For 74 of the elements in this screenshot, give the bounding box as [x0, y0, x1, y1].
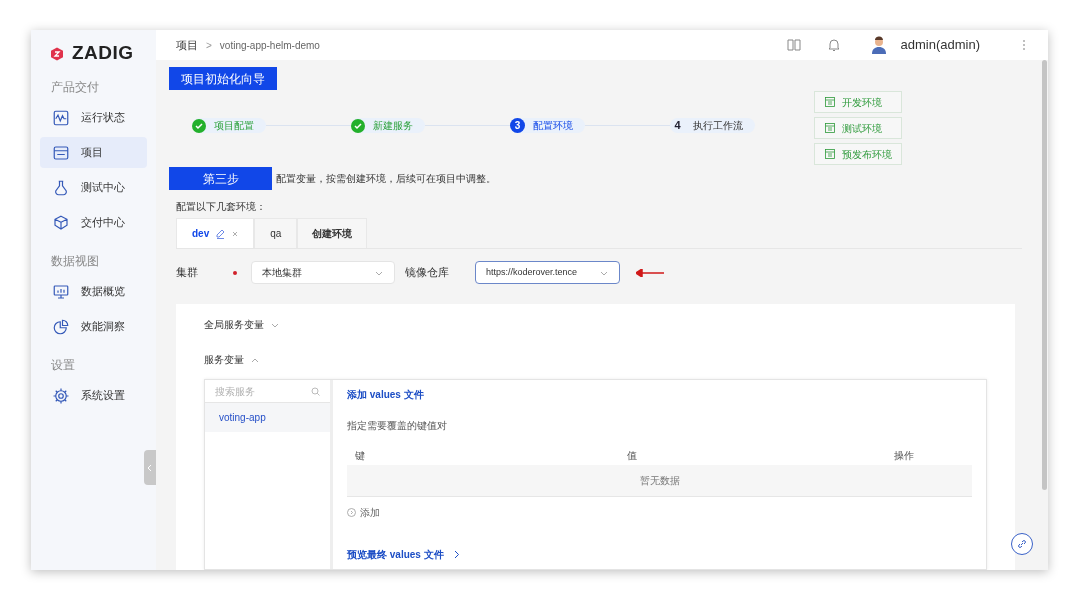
sidebar-item[interactable]: 项目	[40, 137, 147, 168]
add-button[interactable]: 添加	[347, 505, 380, 520]
edit-icon[interactable]	[216, 228, 226, 239]
arrow-left-icon	[636, 268, 664, 277]
breadcrumb-link[interactable]: 项目	[176, 36, 198, 54]
sidebar-item[interactable]: 测试中心	[40, 172, 147, 203]
pulse-icon	[52, 108, 70, 127]
step-item: 新建服务	[351, 118, 425, 133]
sidebar-item[interactable]: 效能洞察	[40, 311, 147, 342]
section-toggle[interactable]: 服务变量	[204, 352, 260, 367]
column-header: 操作	[894, 449, 915, 462]
environment-button[interactable]: 测试环境	[814, 117, 902, 139]
key-value-hint: 指定需要覆盖的键值对	[347, 419, 448, 433]
cluster-select[interactable]: 本地集群	[251, 261, 395, 284]
search-icon	[311, 386, 320, 396]
chevron-right-icon	[453, 550, 460, 559]
monitor-icon	[52, 282, 70, 301]
environments-label: 配置以下几套环境：	[176, 200, 267, 214]
sidebar-section-title: 设置	[50, 357, 76, 374]
environment-button[interactable]: 开发环境	[814, 91, 902, 113]
window-icon	[52, 143, 70, 162]
registry-select[interactable]: https://koderover.tence	[475, 261, 620, 284]
registry-label: 镜像仓库	[405, 265, 450, 281]
add-values-link[interactable]: 添加 values 文件	[347, 387, 424, 402]
section-toggle[interactable]: 全局服务变量	[204, 317, 280, 332]
circle-arrow-icon	[347, 508, 356, 517]
sidebar-item[interactable]: 系统设置	[40, 380, 147, 411]
sidebar-item[interactable]: 交付中心	[40, 207, 147, 238]
calendar-icon	[825, 97, 835, 107]
empty-table-text: 暂无数据	[639, 474, 680, 488]
sidebar-section-title: 数据视图	[50, 253, 100, 270]
check-circle-icon	[351, 118, 365, 133]
close-icon[interactable]	[232, 230, 239, 237]
environment-tab[interactable]: qa	[254, 218, 298, 248]
pie-chart-icon	[52, 317, 70, 336]
calendar-icon	[825, 149, 835, 159]
service-item[interactable]: voting-app	[205, 403, 330, 432]
environment-button[interactable]: 预发布环境	[814, 143, 902, 165]
sidebar-item[interactable]: 数据概览	[40, 276, 147, 307]
avatar-icon[interactable]	[870, 36, 887, 54]
step-item: 3 配置环境	[510, 118, 585, 133]
step-badge: 第三步	[169, 167, 272, 190]
link-icon	[1017, 539, 1027, 549]
logo-text: ZADIG	[72, 41, 134, 66]
service-search-field[interactable]: 搜索服务	[215, 383, 295, 399]
bell-icon[interactable]	[826, 38, 841, 52]
column-header: 值	[627, 449, 638, 462]
sidebar-section-title: 产品交付	[50, 79, 100, 96]
breadcrumb-separator: >	[206, 38, 212, 53]
cube-icon	[52, 213, 70, 232]
flask-icon	[52, 178, 70, 197]
chevron-left-icon	[147, 463, 153, 472]
breadcrumb-current: voting-app-helm-demo	[219, 38, 320, 53]
step-number: 4	[673, 118, 682, 133]
scrollbar-thumb[interactable]	[1042, 60, 1047, 490]
step-item: 4 执行工作流	[670, 118, 755, 133]
wizard-button[interactable]: 项目初始化向导	[169, 67, 277, 90]
column-header: 键	[355, 449, 366, 462]
logo-icon	[50, 46, 64, 61]
gear-icon	[52, 386, 70, 405]
step-item: 项目配置	[192, 118, 266, 133]
create-environment-tab[interactable]: 创建环境	[297, 218, 368, 248]
more-icon[interactable]	[1022, 39, 1026, 51]
book-icon[interactable]	[786, 38, 801, 52]
check-circle-icon	[192, 118, 206, 133]
step-description: 配置变量，按需创建环境，后续可在项目中调整。	[276, 172, 496, 186]
step-number: 3	[510, 118, 525, 133]
cluster-label: 集群	[176, 265, 199, 281]
environment-tab[interactable]: dev	[176, 218, 255, 248]
preview-values-link[interactable]: 预览最终 values 文件	[347, 547, 460, 562]
sidebar-item[interactable]: 运行状态	[40, 102, 147, 133]
calendar-icon	[825, 123, 835, 133]
collapse-handle[interactable]	[144, 450, 156, 485]
user-name[interactable]: admin(admin)	[900, 35, 980, 55]
